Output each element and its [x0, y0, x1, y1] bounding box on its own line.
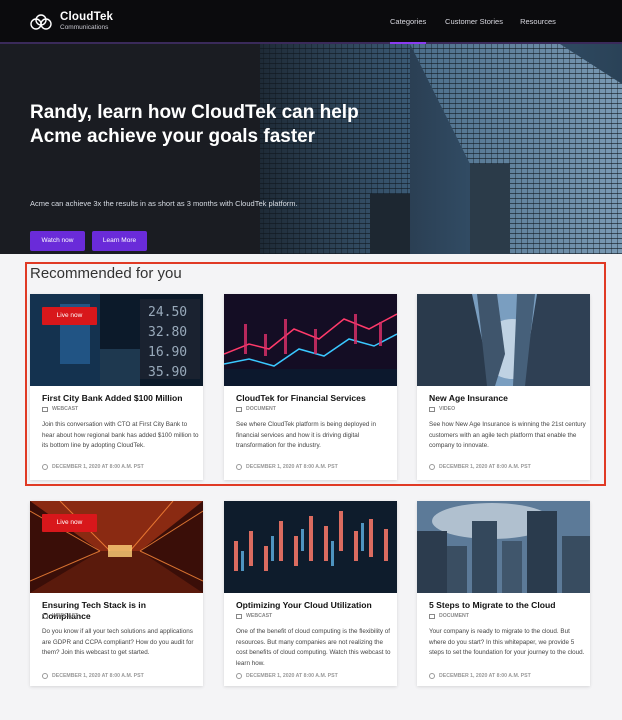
cloud-logo-icon: [30, 13, 52, 30]
video-icon: [429, 406, 435, 412]
card-date: DECEMBER 1, 2020 AT 8:00 A.M. PST: [52, 464, 144, 470]
nav-customer-stories[interactable]: Customer Stories: [445, 0, 503, 44]
card-title[interactable]: New Age Insurance: [429, 393, 584, 404]
card-title[interactable]: CloudTek for Financial Services: [236, 393, 391, 404]
card-type: DOCUMENT: [246, 406, 276, 412]
card-description: Join this conversation with CTO at First…: [42, 421, 199, 449]
live-now-badge: Live now: [42, 514, 97, 532]
brand-subtitle: Communications: [60, 23, 109, 31]
clock-icon: [42, 464, 48, 470]
webcast-icon: [236, 613, 242, 619]
brand-name: CloudTek: [60, 11, 114, 23]
document-icon: [429, 613, 435, 619]
document-icon: [236, 406, 242, 412]
watch-now-button[interactable]: Watch now: [30, 231, 85, 251]
webcast-icon: [42, 613, 48, 619]
card-description: Do you know if all your tech solutions a…: [42, 628, 194, 656]
card-image: [224, 501, 397, 593]
svg-text:35.90: 35.90: [148, 365, 187, 380]
card-description: Your company is ready to migrate to the …: [429, 628, 585, 656]
webcast-icon: [42, 406, 48, 412]
brand-logo[interactable]: CloudTek Communications: [30, 11, 114, 31]
card-title[interactable]: First City Bank Added $100 Million: [42, 393, 197, 404]
card-date: DECEMBER 1, 2020 AT 8:00 A.M. PST: [52, 673, 144, 679]
card-image: [417, 501, 590, 593]
nav-categories[interactable]: Categories: [390, 0, 426, 44]
card-title[interactable]: Optimizing Your Cloud Utilization: [236, 600, 391, 611]
svg-text:16.90: 16.90: [148, 345, 187, 360]
content-card[interactable]: 24.50 32.80 16.90 35.90 Live now First C…: [30, 294, 203, 480]
clock-icon: [236, 464, 242, 470]
card-type: VIDEO: [439, 406, 456, 412]
content-card[interactable]: CloudTek for Financial Services DOCUMENT…: [224, 294, 397, 480]
card-description: See where CloudTek platform is being dep…: [236, 421, 377, 449]
clock-icon: [236, 673, 242, 679]
card-image: [417, 294, 590, 386]
card-type: DOCUMENT: [439, 613, 469, 619]
hero-banner: Randy, learn how CloudTek can help Acme …: [0, 44, 622, 254]
learn-more-button[interactable]: Learn More: [92, 231, 147, 251]
card-type: WEBCAST: [52, 406, 79, 412]
svg-text:24.50: 24.50: [148, 305, 187, 320]
clock-icon: [429, 464, 435, 470]
live-now-badge: Live now: [42, 307, 97, 325]
card-date: DECEMBER 1, 2020 AT 8:00 A.M. PST: [439, 464, 531, 470]
content-card[interactable]: New Age Insurance VIDEO See how New Age …: [417, 294, 590, 480]
card-type: WEBCAST: [52, 613, 79, 619]
hero-subtitle: Acme can achieve 3x the results in as sh…: [30, 199, 298, 208]
card-description: See how New Age Insurance is winning the…: [429, 421, 586, 449]
card-date: DECEMBER 1, 2020 AT 8:00 A.M. PST: [246, 464, 338, 470]
card-image: [224, 294, 397, 386]
top-navigation-bar: CloudTek Communications Categories Custo…: [0, 0, 622, 44]
hero-title: Randy, learn how CloudTek can help Acme …: [30, 102, 359, 147]
city-skyline-image: [0, 44, 622, 254]
content-card[interactable]: Live now Ensuring Tech Stack is in Compl…: [30, 501, 203, 686]
card-type: WEBCAST: [246, 613, 273, 619]
clock-icon: [429, 673, 435, 679]
svg-text:32.80: 32.80: [148, 325, 187, 340]
card-date: DECEMBER 1, 2020 AT 8:00 A.M. PST: [246, 673, 338, 679]
content-card[interactable]: Optimizing Your Cloud Utilization WEBCAS…: [224, 501, 397, 686]
card-description: One of the benefit of cloud computing is…: [236, 628, 391, 667]
nav-resources[interactable]: Resources: [520, 0, 556, 44]
card-title[interactable]: 5 Steps to Migrate to the Cloud: [429, 600, 584, 611]
clock-icon: [42, 673, 48, 679]
card-date: DECEMBER 1, 2020 AT 8:00 A.M. PST: [439, 673, 531, 679]
content-card[interactable]: 5 Steps to Migrate to the Cloud DOCUMENT…: [417, 501, 590, 686]
